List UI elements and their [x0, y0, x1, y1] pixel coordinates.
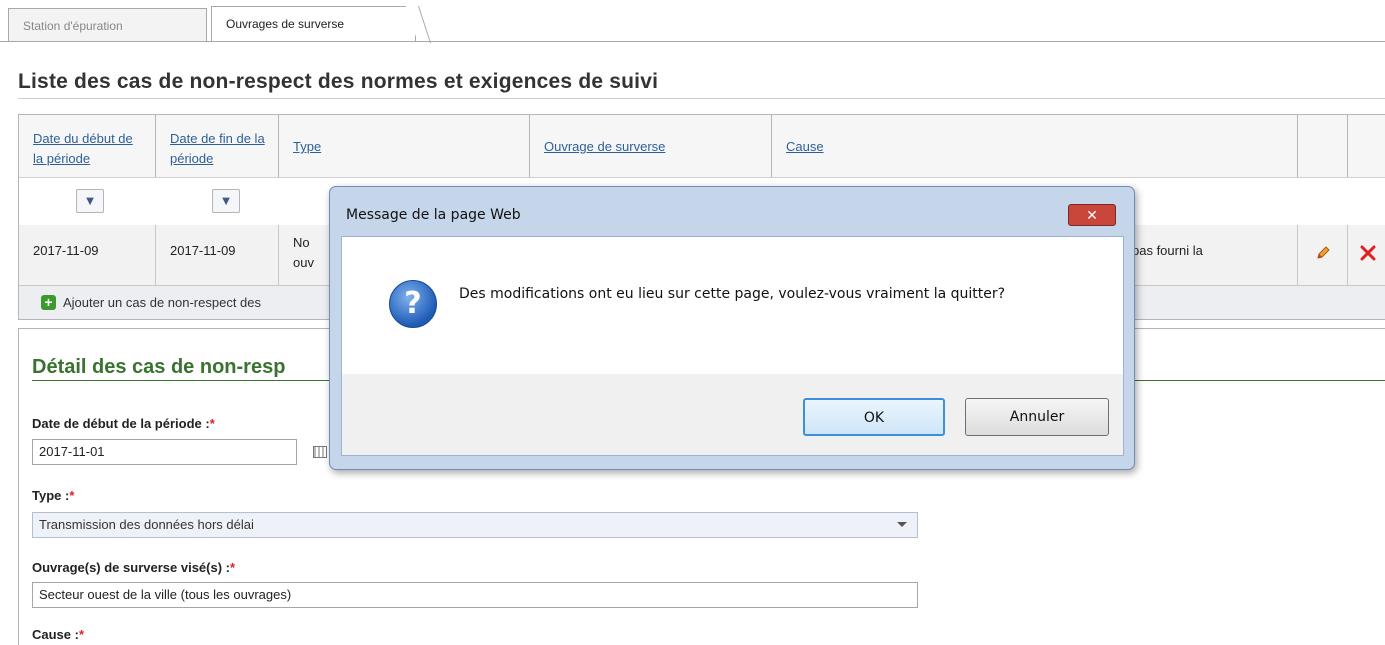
start-date-field[interactable]: 2017-11-01	[32, 439, 297, 465]
type-label: Type :*	[32, 488, 74, 503]
required-mark: *	[229, 560, 236, 575]
tab-station-epuration[interactable]: Station d'épuration	[8, 8, 207, 42]
chevron-down-icon	[897, 522, 907, 527]
filter-icon[interactable]: ▼	[76, 189, 104, 213]
structures-field[interactable]: Secteur ouest de la ville (tous les ouvr…	[32, 582, 918, 608]
list-title: Liste des cas de non-respect des normes …	[18, 70, 659, 93]
confirm-dialog: Message de la page Web ✕ ? Des modificat…	[329, 186, 1135, 470]
add-case-link[interactable]: Ajouter un cas de non-respect des	[63, 295, 261, 310]
cell-end-date: 2017-11-09	[156, 225, 279, 285]
sort-link-end-date[interactable]: Date de fin de la période	[170, 129, 266, 169]
type-select[interactable]: Transmission des données hors délai	[32, 512, 918, 538]
dialog-title: Message de la page Web	[346, 207, 521, 223]
required-mark: *	[78, 627, 85, 642]
structures-label: Ouvrage(s) de surverse visé(s) :*	[32, 560, 235, 575]
start-date-label-text: Date de début de la période :	[32, 416, 210, 431]
tab-bar: Station d'épuration Ouvrages de surverse	[0, 0, 1385, 42]
sort-link-cause[interactable]: Cause	[786, 137, 824, 157]
required-mark: *	[69, 488, 75, 503]
type-label-text: Type :	[32, 488, 70, 503]
detail-title: Détail des cas de non-resp	[32, 356, 286, 378]
question-icon: ?	[389, 280, 437, 328]
col-header-edit	[1298, 115, 1348, 177]
col-header-type: Type	[279, 115, 530, 177]
cell-cause-text: pas fourni la	[1132, 243, 1203, 258]
pencil-icon[interactable]	[1315, 245, 1331, 261]
filter-icon[interactable]: ▼	[212, 189, 240, 213]
delete-x-icon[interactable]	[1360, 245, 1376, 261]
col-header-delete	[1348, 115, 1385, 177]
cancel-button[interactable]: Annuler	[965, 398, 1109, 436]
type-select-value: Transmission des données hors délai	[39, 517, 254, 532]
dialog-footer: OK Annuler	[341, 374, 1124, 456]
close-button[interactable]: ✕	[1068, 204, 1116, 226]
plus-icon[interactable]: +	[41, 295, 56, 310]
required-mark: *	[209, 416, 215, 431]
tab-ouvrages-surverse[interactable]: Ouvrages de surverse	[211, 6, 416, 42]
tab-divider	[0, 41, 1385, 42]
col-header-ouvrage: Ouvrage de surverse	[530, 115, 772, 177]
dialog-body: ? Des modifications ont eu lieu sur cett…	[341, 236, 1124, 374]
close-icon: ✕	[1086, 207, 1098, 223]
sort-link-ouvrage[interactable]: Ouvrage de surverse	[544, 137, 665, 157]
ok-button[interactable]: OK	[803, 398, 945, 436]
title-divider	[18, 98, 1385, 99]
col-header-end-date: Date de fin de la période	[156, 115, 279, 177]
edit-cell	[1298, 225, 1348, 285]
dialog-message: Des modifications ont eu lieu sur cette …	[459, 286, 1006, 302]
sort-link-type[interactable]: Type	[293, 137, 321, 157]
col-header-start-date: Date du début de la période	[19, 115, 156, 177]
cell-start-date: 2017-11-09	[19, 225, 156, 285]
col-header-cause: Cause	[772, 115, 1298, 177]
cause-label-text: Cause :	[32, 627, 79, 642]
sort-link-start-date[interactable]: Date du début de la période	[33, 129, 145, 169]
calendar-icon[interactable]	[313, 446, 327, 458]
cause-label: Cause :*	[32, 627, 84, 642]
structures-label-text: Ouvrage(s) de surverse visé(s) :	[32, 560, 230, 575]
delete-cell	[1348, 225, 1385, 285]
start-date-label: Date de début de la période :*	[32, 416, 215, 431]
